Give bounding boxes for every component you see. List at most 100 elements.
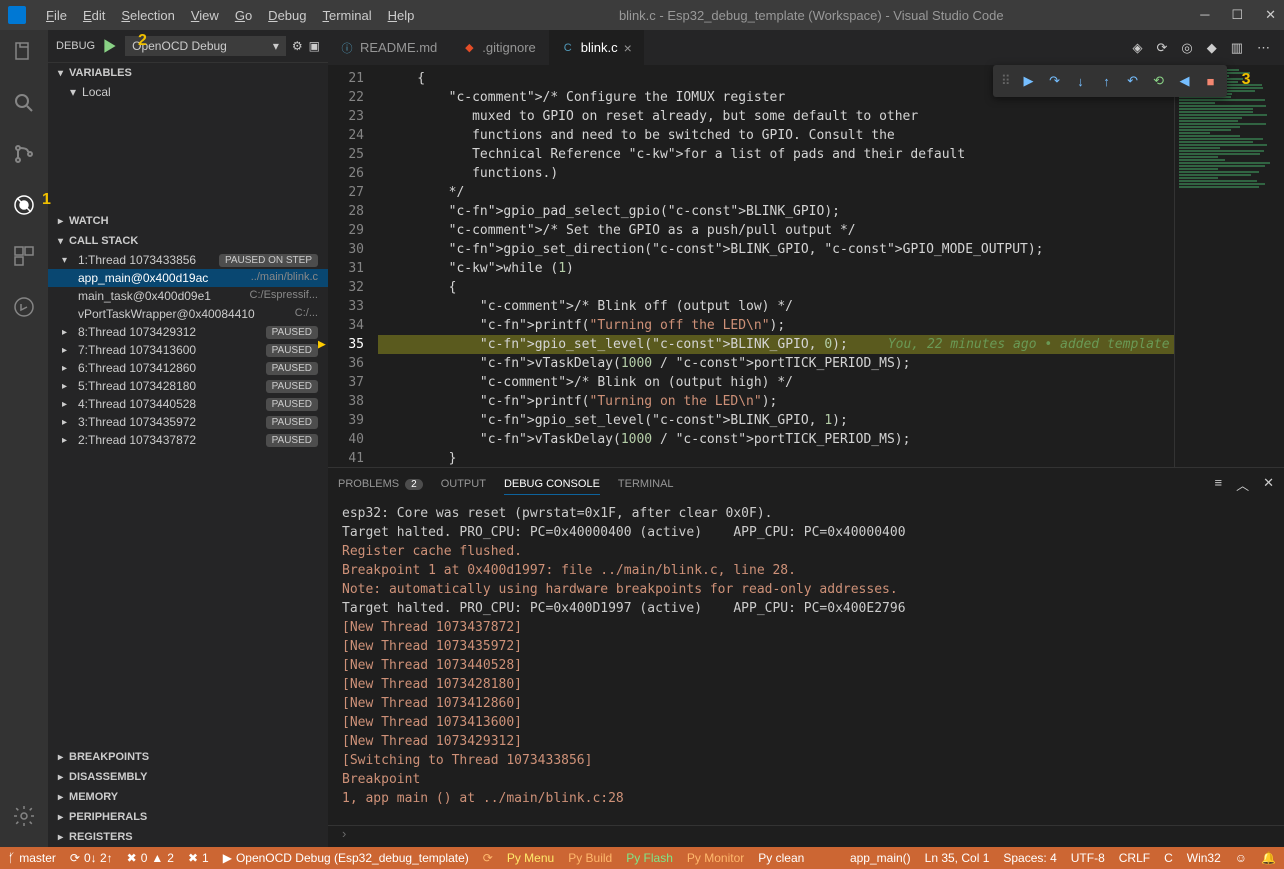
output-tab[interactable]: OUTPUT [441, 474, 486, 494]
titlebar: FileEditSelectionViewGoDebugTerminalHelp… [0, 0, 1284, 30]
tab--gitignore[interactable]: ◆.gitignore [450, 30, 548, 65]
stop-button[interactable]: ■ [1199, 69, 1223, 93]
watch-header[interactable]: ▸WATCH [48, 211, 328, 231]
more-icon[interactable]: ⋯ [1257, 40, 1270, 56]
pybuild-button[interactable]: Py Build [568, 851, 612, 865]
peripherals-header[interactable]: ▸PERIPHERALS [48, 807, 328, 827]
source-control-icon[interactable] [12, 142, 36, 169]
indent-status[interactable]: Spaces: 4 [1003, 851, 1056, 865]
step-out-button[interactable]: ↑ [1095, 69, 1119, 93]
test-icon[interactable] [12, 295, 36, 322]
menu-selection[interactable]: Selection [113, 4, 182, 27]
callstack-header[interactable]: ▾CALL STACK [48, 231, 328, 251]
continue-button[interactable]: ▶ [1017, 69, 1041, 93]
problems-tab[interactable]: PROBLEMS2 [338, 474, 423, 494]
reload-icon[interactable]: ⟳ [483, 851, 493, 865]
debug-console-tab[interactable]: DEBUG CONSOLE [504, 474, 600, 495]
status-bar: ᚶ master ⟳ 0↓ 2↑ ✖ 0 ▲ 2 ✖ 1 ▶ OpenOCD D… [0, 847, 1284, 869]
editor-tabs: ⓘREADME.md◆.gitignoreCblink.c× ◈ ⟳ ◎ ◆ ▥… [328, 30, 1284, 65]
step-over-button[interactable]: ↷ [1043, 69, 1067, 93]
explorer-icon[interactable] [12, 40, 36, 67]
menu-view[interactable]: View [183, 4, 227, 27]
notifications-icon[interactable]: 🔔 [1261, 851, 1276, 865]
feedback-icon[interactable]: ☺ [1235, 851, 1247, 865]
os-status[interactable]: Win32 [1187, 851, 1221, 865]
menu-help[interactable]: Help [380, 4, 423, 27]
registers-header[interactable]: ▸REGISTERS [48, 827, 328, 847]
settings-gear-icon[interactable] [12, 804, 36, 831]
thread-item[interactable]: ▸3:Thread 1073435972PAUSED [48, 413, 328, 431]
debug-console-output[interactable]: esp32: Core was reset (pwrstat=0x1F, aft… [328, 500, 1284, 825]
terminal-tab[interactable]: TERMINAL [618, 474, 674, 494]
git-compare-icon[interactable]: ◈ [1132, 40, 1142, 56]
pymonitor-button[interactable]: Py Monitor [687, 851, 744, 865]
window-title: blink.c - Esp32_debug_template (Workspac… [422, 8, 1200, 23]
cursor-position[interactable]: Ln 35, Col 1 [925, 851, 990, 865]
lang-status[interactable]: C [1164, 851, 1173, 865]
thread-item[interactable]: ▸6:Thread 1073412860PAUSED [48, 359, 328, 377]
panel-collapse-icon[interactable]: ︿ [1236, 475, 1249, 494]
stack-frame[interactable]: vPortTaskWrapper@0x40084410C:/... [48, 305, 328, 323]
panel-close-icon[interactable]: ✕ [1263, 475, 1274, 494]
step-back-button[interactable]: ↶ [1121, 69, 1145, 93]
close-button[interactable]: ✕ [1265, 7, 1276, 23]
step-into-button[interactable]: ↓ [1069, 69, 1093, 93]
reverse-button[interactable]: ◀ [1173, 69, 1197, 93]
line-gutter[interactable]: 2122232425262728293031323334▶35363738394… [328, 65, 378, 467]
thread-item[interactable]: ▾1:Thread 1073433856PAUSED ON STEP [48, 251, 328, 269]
stack-frame[interactable]: main_task@0x400d09e1C:/Espressif... [48, 287, 328, 305]
tab-README-md[interactable]: ⓘREADME.md [328, 30, 450, 65]
menu-edit[interactable]: Edit [75, 4, 113, 27]
pyclean-button[interactable]: Py clean [758, 851, 804, 865]
vscode-logo-icon [8, 6, 26, 24]
code-editor[interactable]: { "c-comment">/* Configure the IOMUX reg… [378, 65, 1174, 467]
problems-status[interactable]: ✖ 0 ▲ 2 [127, 851, 174, 865]
debug-console-input[interactable]: › [328, 825, 1284, 847]
toolbar-drag-handle[interactable]: ⠿ [997, 73, 1015, 89]
sync-icon[interactable]: ⟳ [1156, 40, 1167, 56]
git-sync[interactable]: ⟳ 0↓ 2↑ [70, 851, 113, 865]
encoding-status[interactable]: UTF-8 [1071, 851, 1105, 865]
minimap[interactable] [1174, 65, 1284, 467]
restart-button[interactable]: ⟲ [1147, 69, 1171, 93]
git-branch[interactable]: ᚶ master [8, 851, 56, 865]
preview-icon[interactable]: ◎ [1181, 40, 1192, 56]
search-icon[interactable] [12, 91, 36, 118]
lint-status[interactable]: ✖ 1 [188, 851, 209, 865]
thread-item[interactable]: ▸2:Thread 1073437872PAUSED [48, 431, 328, 449]
debug-status[interactable]: ▶ OpenOCD Debug (Esp32_debug_template) [223, 851, 469, 865]
diff-icon[interactable]: ◆ [1207, 40, 1217, 56]
menu-file[interactable]: File [38, 4, 75, 27]
start-debug-button[interactable] [101, 37, 119, 55]
variables-header[interactable]: ▾VARIABLES [48, 63, 328, 83]
panel-filter-icon[interactable]: ≡ [1214, 475, 1222, 494]
pyflash-button[interactable]: Py Flash [626, 851, 673, 865]
annotation-3: 3 [1242, 71, 1251, 89]
split-editor-icon[interactable]: ▥ [1231, 40, 1243, 56]
debug-console-icon[interactable]: ▣ [309, 39, 320, 53]
menu-go[interactable]: Go [227, 4, 260, 27]
thread-item[interactable]: ▸7:Thread 1073413600PAUSED [48, 341, 328, 359]
eol-status[interactable]: CRLF [1119, 851, 1150, 865]
thread-item[interactable]: ▸8:Thread 1073429312PAUSED [48, 323, 328, 341]
memory-header[interactable]: ▸MEMORY [48, 787, 328, 807]
tab-blink-c[interactable]: Cblink.c× [549, 30, 645, 65]
maximize-button[interactable]: ☐ [1231, 7, 1243, 23]
disassembly-header[interactable]: ▸DISASSEMBLY [48, 767, 328, 787]
debug-view-label: DEBUG [56, 40, 95, 52]
local-scope[interactable]: ▾Local [48, 83, 328, 101]
pymenu-button[interactable]: Py Menu [507, 851, 554, 865]
debug-settings-icon[interactable]: ⚙ [292, 39, 303, 53]
thread-item[interactable]: ▸5:Thread 1073428180PAUSED [48, 377, 328, 395]
minimize-button[interactable]: ─ [1200, 7, 1209, 23]
breakpoints-header[interactable]: ▸BREAKPOINTS [48, 747, 328, 767]
thread-item[interactable]: ▸4:Thread 1073440528PAUSED [48, 395, 328, 413]
debug-icon[interactable]: 1 [12, 193, 36, 220]
tab-close-icon[interactable]: × [624, 40, 632, 56]
stack-frame[interactable]: app_main@0x400d19ac../main/blink.c [48, 269, 328, 287]
menu-terminal[interactable]: Terminal [314, 4, 379, 27]
scope-status[interactable]: app_main() [850, 851, 911, 865]
menu-debug[interactable]: Debug [260, 4, 314, 27]
debug-config-select[interactable]: OpenOCD Debug▾ [125, 36, 286, 56]
extensions-icon[interactable] [12, 244, 36, 271]
